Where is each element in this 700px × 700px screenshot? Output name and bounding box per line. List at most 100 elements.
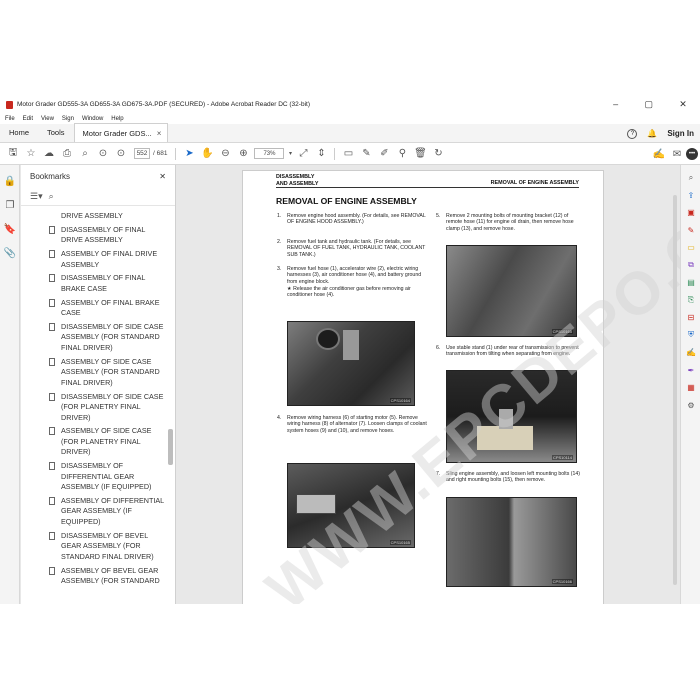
menu-sign[interactable]: Sign bbox=[62, 116, 74, 122]
engine-part-shape bbox=[343, 330, 359, 360]
document-viewer[interactable]: DISASSEMBLY AND ASSEMBLY REMOVAL OF ENGI… bbox=[177, 165, 680, 604]
bookmark-label: DISASSEMBLY OF FINAL DRIVE ASSEMBLY bbox=[61, 224, 146, 245]
export-pdf-icon[interactable]: ⇪ bbox=[681, 187, 700, 205]
bookmark-item[interactable]: ASSEMBLY OF SIDE CASE ASSEMBLY (FOR STAN… bbox=[21, 356, 166, 391]
pages-thumbnails-icon[interactable]: ❐ bbox=[0, 193, 20, 217]
bookmark-item[interactable]: DISASSEMBLY OF FINAL BRAKE CASE bbox=[21, 272, 166, 296]
title-bar: Motor Grader GD555-3A GD655-3A GD675-3A.… bbox=[0, 96, 700, 113]
create-pdf-icon[interactable]: ▣ bbox=[681, 204, 700, 222]
sign-in-button[interactable]: Sign In bbox=[667, 129, 694, 138]
save-icon[interactable]: 🖫 bbox=[4, 145, 22, 162]
bookmarks-panel: Bookmarks ✕ ☰▾ ⌕ ⌄ DRIVE ASSEMBLY DISASS… bbox=[21, 165, 176, 604]
bookmark-page-icon bbox=[49, 392, 55, 401]
window-controls: – ▢ ✕ bbox=[600, 99, 700, 110]
menu-window[interactable]: Window bbox=[82, 116, 103, 122]
bookmark-item[interactable]: ASSEMBLY OF FINAL DRIVE ASSEMBLY bbox=[21, 248, 166, 272]
bookmark-item[interactable]: ASSEMBLY OF DIFFERENTIAL GEAR ASSEMBLY (… bbox=[21, 495, 166, 530]
minimize-button[interactable]: – bbox=[613, 99, 618, 110]
bookmark-page-icon bbox=[49, 274, 55, 283]
scroll-mode-icon[interactable]: ⇕ bbox=[312, 148, 330, 159]
protect-icon[interactable]: ⛨ bbox=[681, 327, 700, 345]
zoom-level-select[interactable]: 73% bbox=[254, 148, 285, 159]
acrobat-window: Motor Grader GD555-3A GD655-3A GD675-3A.… bbox=[0, 96, 700, 604]
zoom-search-icon[interactable]: ⌕ bbox=[76, 148, 94, 159]
document-scrollbar-thumb[interactable] bbox=[673, 195, 677, 585]
attachments-paperclip-icon[interactable]: 📎 bbox=[0, 241, 20, 265]
search-tool-icon[interactable]: ⌕ bbox=[681, 169, 700, 187]
step-number: 1. bbox=[277, 213, 282, 219]
close-panel-icon[interactable]: ✕ bbox=[159, 172, 166, 181]
tab-document-label: Motor Grader GDS... bbox=[82, 128, 152, 138]
page-number-input[interactable]: 552 bbox=[134, 148, 150, 159]
tab-close-icon[interactable]: × bbox=[157, 129, 162, 138]
bookmark-item[interactable]: ASSEMBLY OF SIDE CASE (FOR PLANETRY FINA… bbox=[21, 425, 166, 460]
fill-sign-tool-icon[interactable]: ✍ bbox=[681, 344, 700, 362]
highlight-pen-icon[interactable]: ✎ bbox=[357, 148, 375, 159]
bookmark-item[interactable]: ASSEMBLY OF FINAL BRAKE CASE bbox=[21, 297, 166, 321]
email-icon[interactable]: ✉ bbox=[668, 149, 686, 160]
compress-icon[interactable]: ⊟ bbox=[681, 309, 700, 327]
help-icon[interactable]: ? bbox=[627, 128, 638, 139]
next-page-icon[interactable]: ⊙ bbox=[112, 148, 130, 159]
zoom-out-icon[interactable]: ⊖ bbox=[216, 148, 234, 159]
delete-trash-icon[interactable]: 🗑 bbox=[411, 148, 429, 159]
zoom-in-icon[interactable]: ⊕ bbox=[234, 148, 252, 159]
photo-label: CPS10166 bbox=[551, 579, 573, 584]
step-1: 1. Remove engine hood assembly. (For det… bbox=[277, 213, 427, 226]
organize-pages-icon[interactable]: ▤ bbox=[681, 274, 700, 292]
combine-files-icon[interactable]: ⧉ bbox=[681, 257, 700, 275]
send-for-signature-icon[interactable]: ✒ bbox=[681, 362, 700, 380]
tab-home[interactable]: Home bbox=[0, 123, 38, 142]
menu-file[interactable]: File bbox=[5, 116, 15, 122]
upload-cloud-icon[interactable]: ☁ bbox=[40, 148, 58, 159]
zoom-dropdown-icon[interactable]: ▾ bbox=[286, 150, 294, 157]
bookmark-page-icon bbox=[49, 531, 55, 540]
scan-ocr-icon[interactable]: ⎘ bbox=[681, 292, 700, 310]
bookmark-item[interactable]: DISASSEMBLY OF SIDE CASE (FOR PLANETRY F… bbox=[21, 391, 166, 426]
bookmark-item[interactable]: DISASSEMBLY OF BEVEL GEAR ASSEMBLY (FOR … bbox=[21, 530, 166, 565]
bookmark-item[interactable]: ASSEMBLY OF BEVEL GEAR ASSEMBLY (FOR STA… bbox=[21, 565, 166, 589]
menu-help[interactable]: Help bbox=[111, 116, 123, 122]
edit-pdf-icon[interactable]: ✎ bbox=[681, 222, 700, 240]
step-5: 5. Remove 2 mounting bolts of mounting b… bbox=[436, 213, 580, 232]
tab-tools[interactable]: Tools bbox=[38, 123, 74, 142]
step-number: 6. bbox=[436, 345, 441, 351]
bookmark-star-icon[interactable]: ☆ bbox=[22, 148, 40, 159]
tab-document[interactable]: Motor Grader GDS... × bbox=[73, 123, 169, 142]
bookmark-options-icon[interactable]: ☰▾ bbox=[30, 191, 43, 202]
fill-sign-icon[interactable]: ✍ bbox=[650, 149, 668, 160]
hand-tool-icon[interactable]: ✋ bbox=[198, 148, 216, 159]
bookmarks-scrollbar-thumb[interactable] bbox=[168, 429, 173, 465]
prev-page-icon[interactable]: ⊙ bbox=[94, 148, 112, 159]
bookmark-item[interactable]: DISASSEMBLY OF FINAL DRIVE ASSEMBLY bbox=[21, 224, 166, 248]
notifications-bell-icon[interactable]: 🔔 bbox=[647, 129, 657, 138]
select-cursor-icon[interactable]: ➤ bbox=[180, 148, 198, 159]
more-tools-icon[interactable]: ⚙ bbox=[681, 397, 700, 415]
bookmark-item[interactable]: DRIVE ASSEMBLY bbox=[21, 209, 166, 224]
step-6: 6. Use stable stand (1) under rear of tr… bbox=[436, 345, 580, 358]
print-icon[interactable]: ⎙ bbox=[58, 148, 76, 159]
maximize-button[interactable]: ▢ bbox=[644, 99, 653, 110]
document-scrollbar[interactable] bbox=[672, 165, 678, 604]
prepare-form-icon[interactable]: ▦ bbox=[681, 379, 700, 397]
bookmarks-panel-icon[interactable]: 🔖 bbox=[0, 217, 20, 241]
menu-view[interactable]: View bbox=[41, 116, 54, 122]
lock-icon[interactable]: 🔒 bbox=[0, 169, 20, 193]
draw-icon[interactable]: ✐ bbox=[375, 148, 393, 159]
bookmark-label: DISASSEMBLY OF BEVEL GEAR ASSEMBLY (FOR … bbox=[61, 530, 154, 561]
comment-icon[interactable]: ▭ bbox=[339, 148, 357, 159]
more-options-icon[interactable]: ••• bbox=[686, 148, 698, 160]
comment-tool-icon[interactable]: ▭ bbox=[681, 239, 700, 257]
stamp-icon[interactable]: ⚲ bbox=[393, 148, 411, 159]
rotate-icon[interactable]: ↻ bbox=[429, 148, 447, 159]
bookmarks-tools: ☰▾ ⌕ bbox=[21, 187, 175, 206]
menu-edit[interactable]: Edit bbox=[23, 116, 33, 122]
fit-page-icon[interactable]: ⤢ bbox=[294, 148, 312, 159]
bookmark-item[interactable]: DISASSEMBLY OF DIFFERENTIAL GEAR ASSEMBL… bbox=[21, 460, 166, 495]
bookmark-item[interactable]: DISASSEMBLY OF SIDE CASE ASSEMBLY (FOR S… bbox=[21, 321, 166, 356]
bookmark-search-icon[interactable]: ⌕ bbox=[49, 191, 54, 202]
bookmark-label: ASSEMBLY OF FINAL DRIVE ASSEMBLY bbox=[61, 249, 158, 269]
close-window-button[interactable]: ✕ bbox=[679, 99, 687, 110]
bookmarks-scrollbar[interactable] bbox=[168, 209, 173, 604]
page-title: REMOVAL OF ENGINE ASSEMBLY bbox=[276, 196, 417, 206]
